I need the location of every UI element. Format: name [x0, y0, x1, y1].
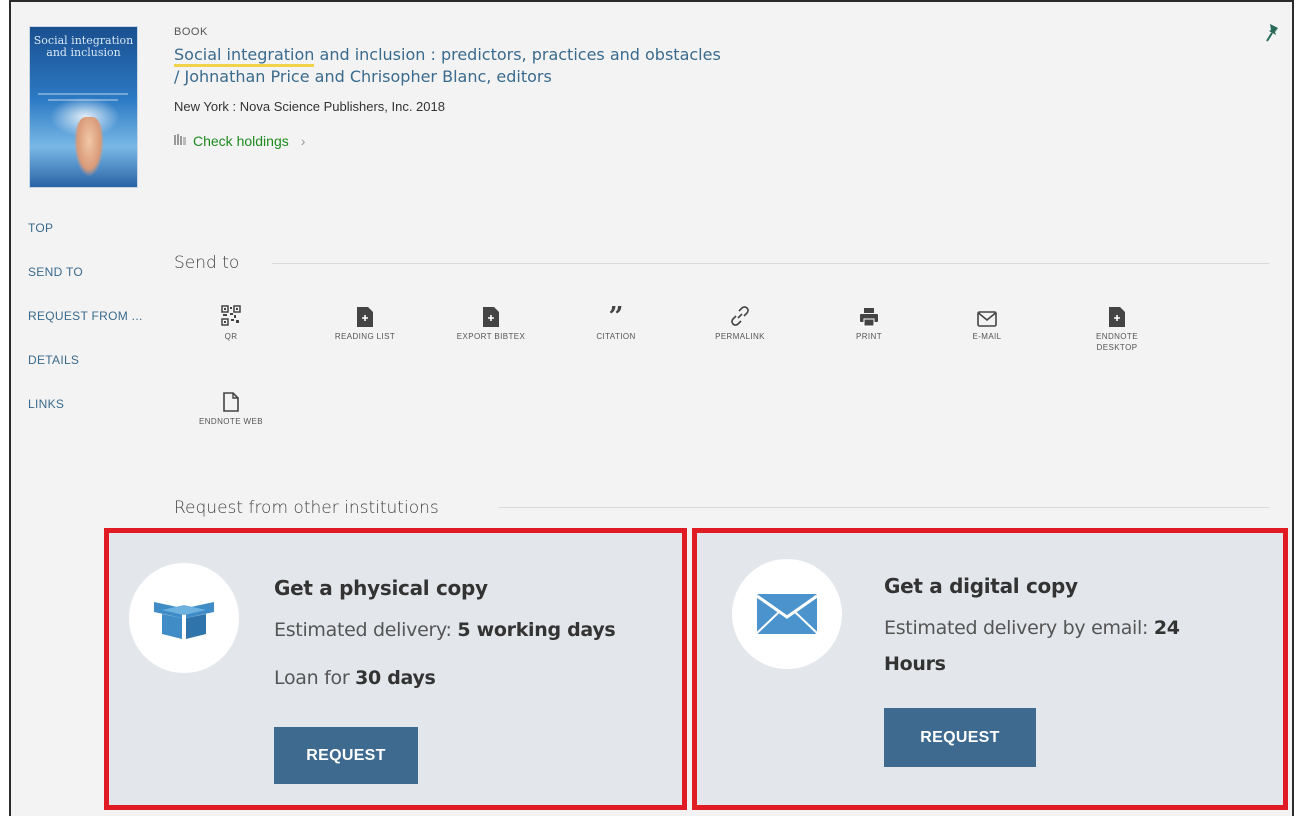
envelope-icon — [977, 311, 997, 327]
publication-info: New York : Nova Science Publishers, Inc.… — [174, 99, 445, 114]
pin-icon[interactable] — [1266, 24, 1280, 42]
digital-copy-card: Get a digital copy Estimated delivery by… — [692, 528, 1288, 810]
library-icon — [174, 134, 187, 148]
send-qr-button[interactable]: QR — [186, 303, 276, 342]
title-highlight[interactable]: Social integration — [174, 45, 315, 67]
quote-icon: ” — [608, 302, 624, 332]
request-physical-button[interactable]: REQUEST — [274, 727, 418, 784]
send-endnote-desktop-button[interactable]: ENDNOTE DESKTOP — [1072, 303, 1162, 353]
nav-request-from[interactable]: REQUEST FROM ... — [28, 308, 143, 352]
qr-code-icon — [221, 305, 241, 326]
document-icon — [483, 307, 499, 327]
document-icon — [357, 307, 373, 327]
chevron-right-icon: › — [300, 133, 306, 149]
physical-delivery-text: Estimated delivery: 5 working days — [274, 619, 616, 641]
send-email-button[interactable]: E-MAIL — [942, 303, 1032, 342]
doc-type-label: BOOK — [174, 26, 208, 38]
action-label: ENDNOTE WEB — [199, 417, 263, 426]
request-heading: Request from other institutions — [174, 498, 439, 518]
action-label: PERMALINK — [715, 332, 765, 341]
nav-details[interactable]: DETAILS — [28, 352, 143, 396]
nav-top[interactable]: TOP — [28, 220, 143, 264]
envelope-icon — [732, 559, 842, 669]
physical-copy-title: Get a physical copy — [274, 576, 488, 600]
action-label: ENDNOTE DESKTOP — [1096, 332, 1138, 352]
send-to-heading: Send to — [174, 253, 240, 273]
title-rest[interactable]: and inclusion : predictors, practices an… — [314, 45, 721, 64]
send-endnote-web-button[interactable]: ENDNOTE WEB — [186, 388, 276, 427]
send-reading-list-button[interactable]: READING LIST — [320, 303, 410, 342]
digital-delivery-unit: Hours — [884, 653, 946, 675]
cover-hands-illustration — [74, 117, 104, 177]
record-title[interactable]: Social integration and inclusion : predi… — [174, 44, 874, 88]
section-divider — [272, 263, 1269, 264]
action-label: E-MAIL — [972, 332, 1002, 341]
cover-title: Social integration and inclusion — [33, 34, 134, 59]
physical-loan-text: Loan for 30 days — [274, 667, 436, 689]
box-icon — [129, 563, 239, 673]
action-label: CITATION — [596, 332, 636, 341]
cover-decoration — [38, 93, 128, 95]
document-outline-icon — [223, 392, 239, 412]
action-label: READING LIST — [334, 332, 396, 341]
request-digital-button[interactable]: REQUEST — [884, 708, 1036, 767]
send-export-bibtex-button[interactable]: EXPORT BIBTEX — [446, 303, 536, 342]
left-section-nav: TOP SEND TO REQUEST FROM ... DETAILS LIN… — [28, 220, 143, 440]
section-divider — [499, 507, 1269, 508]
send-print-button[interactable]: PRINT — [824, 303, 914, 342]
printer-icon — [860, 308, 878, 327]
send-permalink-button[interactable]: PERMALINK — [695, 303, 785, 342]
action-label: PRINT — [856, 332, 882, 341]
title-authors[interactable]: / Johnathan Price and Chrisopher Blanc, … — [174, 67, 552, 86]
action-label: EXPORT BIBTEX — [456, 332, 526, 341]
book-cover-image[interactable]: Social integration and inclusion — [30, 27, 137, 187]
check-holdings-link[interactable]: Check holdings › — [174, 133, 305, 149]
send-citation-button[interactable]: ” CITATION — [571, 303, 661, 342]
digital-delivery-text: Estimated delivery by email: 24 — [884, 617, 1180, 639]
physical-copy-card: Get a physical copy Estimated delivery: … — [104, 528, 687, 810]
digital-copy-title: Get a digital copy — [884, 574, 1078, 598]
check-holdings-label: Check holdings — [193, 133, 289, 149]
action-label: QR — [224, 332, 238, 341]
nav-links[interactable]: LINKS — [28, 396, 143, 440]
nav-send-to[interactable]: SEND TO — [28, 264, 143, 308]
document-icon — [1109, 307, 1125, 327]
link-icon — [731, 306, 749, 326]
